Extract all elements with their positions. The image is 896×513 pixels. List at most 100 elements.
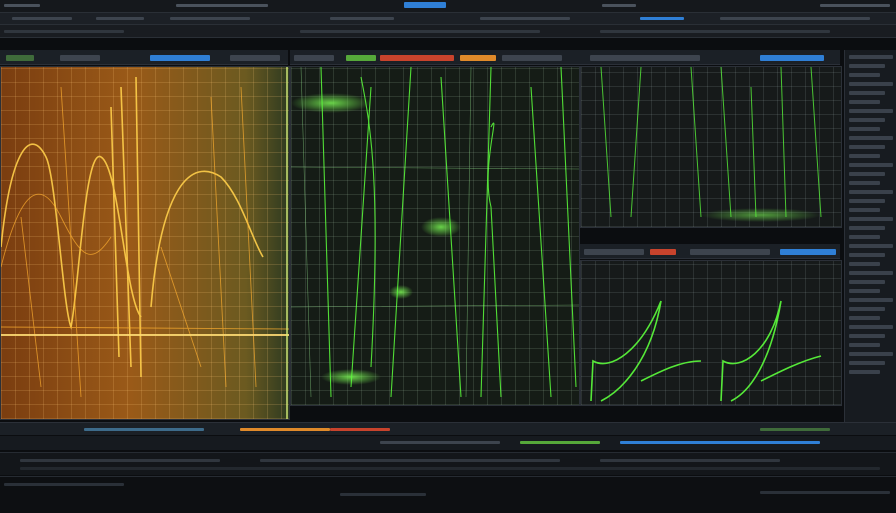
timeline-bar [0,422,896,435]
sidebar-item[interactable] [849,343,881,347]
waveform-left [1,67,289,419]
sidebar-item[interactable] [849,145,886,149]
sidebar-item[interactable] [849,172,886,176]
sidebar-item[interactable] [849,370,881,374]
sidebar-item[interactable] [849,136,894,140]
tab[interactable] [690,249,770,255]
toolbar-item[interactable] [12,17,72,20]
transport-bar [0,436,896,450]
sidebar-item[interactable] [849,244,894,248]
sidebar-item[interactable] [849,100,881,104]
sidebar-item[interactable] [849,361,886,365]
tab[interactable] [294,55,334,61]
tab[interactable] [584,249,644,255]
sidebar-item[interactable] [849,235,881,239]
tab[interactable] [150,55,210,61]
tab[interactable] [230,55,280,61]
tab[interactable] [60,55,100,61]
sidebar-item[interactable] [849,181,881,185]
waveform-center [291,67,579,398]
tab[interactable] [6,55,34,61]
tab[interactable] [346,55,376,61]
tab[interactable] [380,55,454,61]
status-bar [0,476,896,513]
sidebar-item[interactable] [849,325,894,329]
sidebar-item[interactable] [849,64,886,68]
sidebar-list [845,55,896,374]
title-menu-center[interactable] [176,4,268,7]
sidebar-item[interactable] [849,127,881,131]
sidebar-item[interactable] [849,199,886,203]
sidebar-item[interactable] [849,253,886,257]
sidebar-item[interactable] [849,352,894,356]
right-bottom-header [580,244,840,259]
toolbar-item[interactable] [300,30,540,33]
tab[interactable] [590,55,700,61]
scope-left[interactable] [0,66,290,420]
sidebar-item[interactable] [849,163,894,167]
toolbar-item[interactable] [96,17,144,20]
title-bar [0,0,896,21]
sidebar-item[interactable] [849,226,886,230]
toolbar-item[interactable] [600,30,830,33]
sidebar-item[interactable] [849,109,894,113]
toolbar-item[interactable] [720,17,870,20]
scope-center[interactable] [290,66,580,406]
toolbar-secondary [0,25,896,38]
sidebar-item[interactable] [849,73,881,77]
scope-right-bottom[interactable] [580,260,842,406]
timeline-item[interactable] [240,428,330,431]
sidebar-item[interactable] [849,271,894,275]
sidebar-item[interactable] [849,316,881,320]
scope-right-top[interactable] [580,66,842,228]
toolbar-item[interactable] [480,17,570,20]
mixer-item[interactable] [260,459,560,462]
sidebar-item[interactable] [849,118,886,122]
timeline-item[interactable] [760,428,830,431]
center-panel-header [290,50,840,65]
sidebar-item[interactable] [849,298,894,302]
sidebar-item[interactable] [849,55,894,59]
sidebar-item[interactable] [849,334,886,338]
sidebar-item[interactable] [849,91,886,95]
sidebar-item[interactable] [849,208,881,212]
sidebar-item[interactable] [849,307,886,311]
toolbar-primary [0,13,896,25]
toolbar-item[interactable] [170,17,250,20]
right-sidebar [844,50,896,430]
left-panel-header [0,50,288,65]
sidebar-item[interactable] [849,217,894,221]
status-item [340,493,426,496]
waveform-right-bottom [590,300,822,402]
timeline-item[interactable] [330,428,390,431]
mixer-item[interactable] [20,467,880,470]
sidebar-item[interactable] [849,82,894,86]
mixer-bar [0,452,896,475]
transport-item[interactable] [620,441,820,444]
tab[interactable] [502,55,562,61]
sidebar-item[interactable] [849,280,886,284]
sidebar-item[interactable] [849,154,881,158]
tab[interactable] [760,55,824,61]
sidebar-item[interactable] [849,289,881,293]
tab[interactable] [780,249,836,255]
transport-item[interactable] [520,441,600,444]
toolbar-item[interactable] [330,17,394,20]
tab[interactable] [460,55,496,61]
sidebar-item[interactable] [849,190,894,194]
toolbar-item[interactable] [4,30,124,33]
title-status-right [820,4,890,7]
status-item [760,491,890,494]
toolbar-item[interactable] [640,17,684,20]
title-menu-left[interactable] [4,4,40,7]
tab[interactable] [650,249,676,255]
status-item [4,483,124,486]
transport-item[interactable] [380,441,500,444]
title-badge[interactable] [404,2,446,8]
title-menu-right[interactable] [602,4,636,7]
sidebar-item[interactable] [849,262,881,266]
mixer-item[interactable] [600,459,780,462]
waveform-right-top [600,67,822,222]
timeline-item[interactable] [84,428,204,431]
mixer-item[interactable] [20,459,220,462]
